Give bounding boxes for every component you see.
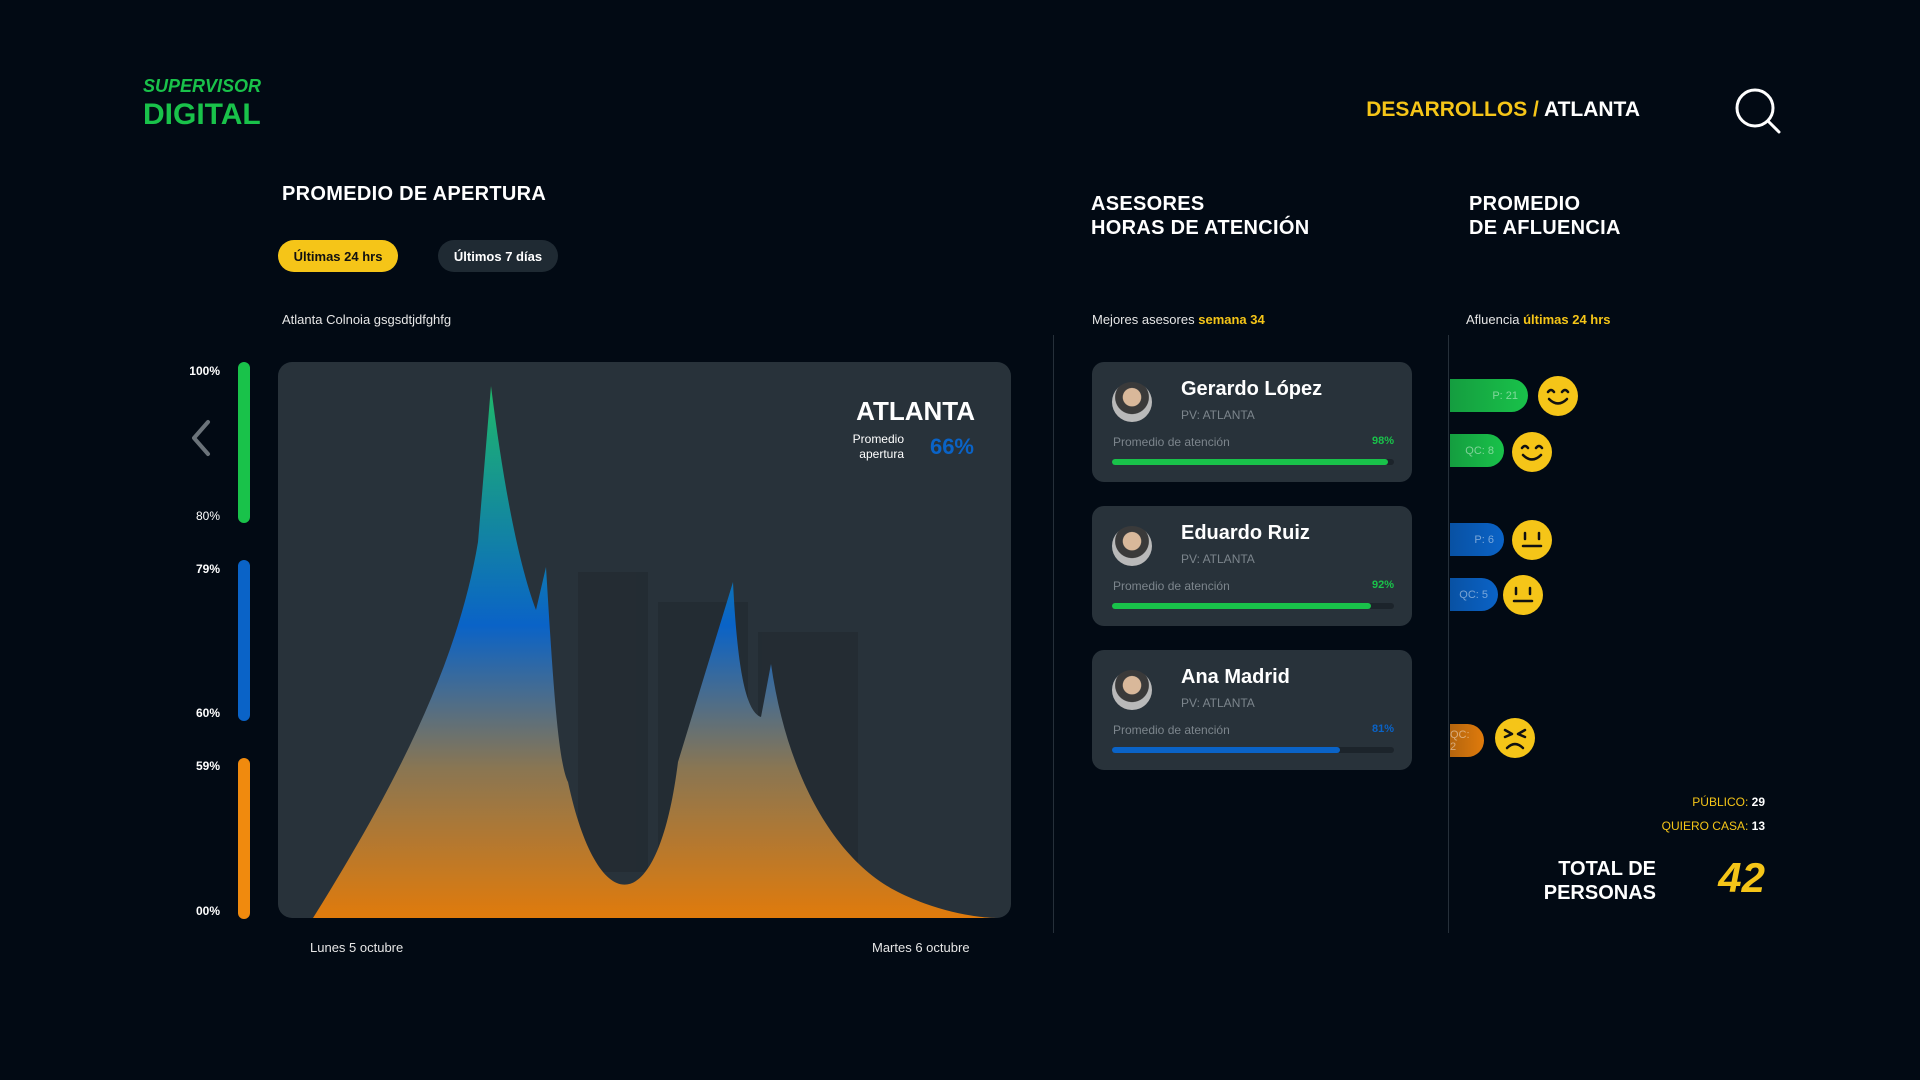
- advisors-title-line1: ASESORES: [1091, 193, 1205, 215]
- x-end-label: Martes 6 octubre: [872, 940, 970, 955]
- flow-title-line1: PROMEDIO: [1469, 193, 1581, 215]
- publico-value: 29: [1751, 795, 1765, 809]
- breadcrumb: DESARROLLOS / ATLANTA: [1366, 98, 1640, 122]
- attention-label: Promedio de atención: [1113, 435, 1230, 449]
- avatar: [1112, 670, 1152, 710]
- angry-face-icon: [1495, 718, 1535, 758]
- flow-subtitle: Afluencia últimas 24 hrs: [1466, 312, 1611, 327]
- chart-label: Promedio apertura: [853, 432, 904, 462]
- advisors-subtitle: Mejores asesores semana 34: [1092, 312, 1265, 327]
- advisor-name: Gerardo López: [1181, 378, 1323, 400]
- attention-percent: 92%: [1371, 579, 1394, 591]
- happy-face-icon: [1512, 432, 1552, 472]
- scale-label-80: 80%: [195, 509, 220, 523]
- divider-2: [1448, 335, 1449, 933]
- brand-line2: DIGITAL: [143, 98, 261, 131]
- flow-bar: QC: 5: [1450, 578, 1498, 611]
- scale-label-59: 59%: [195, 759, 220, 773]
- chart-city: ATLANTA: [856, 396, 975, 426]
- total-label-line2: PERSONAS: [1543, 882, 1656, 904]
- attention-fill: [1112, 747, 1341, 753]
- attention-fill: [1112, 459, 1389, 465]
- advisors-subtitle-prefix: Mejores asesores: [1092, 312, 1195, 327]
- advisors-subtitle-highlight: semana 34: [1198, 312, 1265, 327]
- advisor-card[interactable]: Ana Madrid PV: ATLANTA Promedio de atenc…: [1092, 650, 1412, 770]
- chevron-left-icon[interactable]: [186, 418, 216, 458]
- tab-last-24h[interactable]: Últimas 24 hrs: [278, 240, 398, 272]
- breadcrumb-current: ATLANTA: [1543, 98, 1640, 121]
- neutral-face-icon: [1512, 520, 1552, 560]
- quiero-stat: QUIERO CASA: 13: [1662, 819, 1765, 833]
- scale-bar-blue: [238, 560, 250, 721]
- advisor-pv: PV: ATLANTA: [1181, 552, 1255, 566]
- attention-track: [1112, 459, 1394, 465]
- happy-face-icon: [1538, 376, 1578, 416]
- advisor-card[interactable]: Eduardo Ruiz PV: ATLANTA Promedio de ate…: [1092, 506, 1412, 626]
- flow-title: PROMEDIO DE AFLUENCIA: [1469, 192, 1621, 240]
- flow-subtitle-highlight: últimas 24 hrs: [1523, 312, 1611, 327]
- total-value: 42: [1718, 854, 1765, 901]
- x-start-label: Lunes 5 octubre: [310, 940, 404, 955]
- flow-subtitle-prefix: Afluencia: [1466, 312, 1520, 327]
- scale-bar-green: [238, 362, 250, 523]
- chart-value: 66%: [929, 434, 974, 459]
- scale-label-00: 00%: [195, 904, 220, 918]
- quiero-value: 13: [1751, 819, 1765, 833]
- opening-title: PROMEDIO DE APERTURA: [282, 183, 547, 205]
- chart-label-line2: apertura: [859, 447, 904, 461]
- total-label-line1: TOTAL DE: [1558, 858, 1656, 880]
- advisor-card[interactable]: Gerardo López PV: ATLANTA Promedio de at…: [1092, 362, 1412, 482]
- flow-bar: QC: 8: [1450, 434, 1504, 467]
- attention-label: Promedio de atención: [1113, 579, 1230, 593]
- attention-percent: 98%: [1371, 435, 1394, 447]
- avatar: [1112, 382, 1152, 422]
- flow-bar: P: 21: [1450, 379, 1528, 412]
- advisor-pv: PV: ATLANTA: [1181, 696, 1255, 710]
- advisors-title: ASESORES HORAS DE ATENCIÓN: [1091, 192, 1309, 240]
- neutral-face-icon: [1503, 575, 1543, 615]
- attention-label: Promedio de atención: [1113, 723, 1230, 737]
- publico-label: PÚBLICO:: [1692, 795, 1749, 809]
- opening-chart: ATLANTA Promedio apertura 66%: [278, 362, 1011, 918]
- opening-area: [313, 386, 998, 918]
- attention-track: [1112, 603, 1394, 609]
- divider-1: [1053, 335, 1054, 933]
- breadcrumb-section[interactable]: DESARROLLOS /: [1366, 98, 1539, 121]
- search-icon[interactable]: [1734, 87, 1782, 135]
- tab-last-7d[interactable]: Últimos 7 días: [438, 240, 558, 272]
- avatar: [1112, 526, 1152, 566]
- advisors-title-line2: HORAS DE ATENCIÓN: [1091, 217, 1310, 239]
- flow-title-line2: DE AFLUENCIA: [1469, 217, 1621, 239]
- scale-bar-orange: [238, 758, 250, 919]
- flow-bar: P: 6: [1450, 523, 1504, 556]
- attention-track: [1112, 747, 1394, 753]
- brand-line1: SUPERVISOR: [143, 76, 262, 96]
- scale-label-100: 100%: [189, 364, 220, 378]
- advisor-pv: PV: ATLANTA: [1181, 408, 1255, 422]
- advisor-name: Eduardo Ruiz: [1181, 522, 1310, 544]
- attention-percent: 81%: [1371, 723, 1394, 735]
- total-label: TOTAL DE PERSONAS: [1528, 857, 1656, 905]
- scale-label-79: 79%: [195, 562, 220, 576]
- location-label: Atlanta Colnoia gsgsdtjdfghfg: [282, 312, 452, 327]
- advisor-name: Ana Madrid: [1181, 666, 1290, 688]
- flow-bar: QC: 2: [1450, 724, 1484, 757]
- publico-stat: PÚBLICO: 29: [1692, 795, 1765, 809]
- chart-label-line1: Promedio: [852, 432, 904, 446]
- quiero-label: QUIERO CASA:: [1661, 819, 1749, 833]
- attention-fill: [1112, 603, 1372, 609]
- scale-label-60: 60%: [195, 706, 220, 720]
